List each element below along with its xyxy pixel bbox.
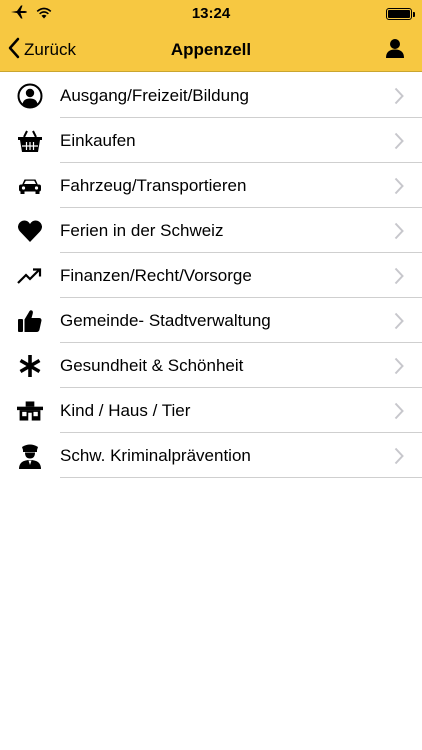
- house-icon: [17, 398, 43, 424]
- wifi-icon: [36, 6, 52, 23]
- chevron-right-icon: [392, 131, 406, 151]
- list-item-gemeinde[interactable]: Gemeinde- Stadtverwaltung: [0, 298, 422, 343]
- list-item-label: Fahrzeug/Transportieren: [60, 175, 247, 195]
- list-item-fahrzeug[interactable]: Fahrzeug/Transportieren: [0, 163, 422, 208]
- list-item-label: Einkaufen: [60, 130, 136, 150]
- status-bar: 13:24: [0, 0, 422, 28]
- car-icon: [17, 173, 43, 199]
- category-list: Ausgang/Freizeit/Bildung Einkaufen Fahrz…: [0, 73, 422, 478]
- chevron-right-icon: [392, 266, 406, 286]
- list-item-ausgang[interactable]: Ausgang/Freizeit/Bildung: [0, 73, 422, 118]
- shopping-basket-icon: [17, 128, 43, 154]
- battery-icon: [386, 8, 415, 20]
- profile-button[interactable]: [380, 35, 410, 65]
- list-item-finanzen[interactable]: Finanzen/Recht/Vorsorge: [0, 253, 422, 298]
- nav-bar: Zurück Appenzell: [0, 28, 422, 72]
- chevron-right-icon: [392, 311, 406, 331]
- trending-up-icon: [17, 263, 43, 289]
- list-item-label: Gemeinde- Stadtverwaltung: [60, 310, 271, 330]
- thumbs-up-icon: [17, 308, 43, 334]
- list-item-kind-haus-tier[interactable]: Kind / Haus / Tier: [0, 388, 422, 433]
- chevron-right-icon: [392, 356, 406, 376]
- heart-icon: [17, 218, 43, 244]
- list-item-label: Ausgang/Freizeit/Bildung: [60, 85, 250, 105]
- list-item-label: Ferien in der Schweiz: [60, 220, 224, 240]
- asterisk-icon: [17, 353, 43, 379]
- chevron-right-icon: [392, 446, 406, 466]
- list-item-gesundheit[interactable]: Gesundheit & Schönheit: [0, 343, 422, 388]
- chevron-right-icon: [392, 221, 406, 241]
- airplane-icon: [10, 5, 28, 23]
- list-item-kriminalpraevention[interactable]: Schw. Kriminalprävention: [0, 433, 422, 478]
- chevron-left-icon: [8, 37, 20, 64]
- chevron-right-icon: [392, 176, 406, 196]
- status-left: [10, 5, 52, 23]
- person-icon: [385, 38, 405, 63]
- person-circle-icon: [17, 83, 43, 109]
- list-item-label: Gesundheit & Schönheit: [60, 355, 244, 375]
- back-label: Zurück: [24, 40, 76, 59]
- police-officer-icon: [17, 443, 43, 469]
- status-time: 13:24: [191, 5, 231, 22]
- list-item-label: Finanzen/Recht/Vorsorge: [60, 265, 252, 285]
- chevron-right-icon: [392, 86, 406, 106]
- list-item-label: Kind / Haus / Tier: [60, 400, 191, 420]
- list-item-einkaufen[interactable]: Einkaufen: [0, 118, 422, 163]
- list-item-ferien[interactable]: Ferien in der Schweiz: [0, 208, 422, 253]
- chevron-right-icon: [392, 401, 406, 421]
- list-item-label: Schw. Kriminalprävention: [60, 445, 251, 465]
- back-button[interactable]: Zurück: [8, 28, 76, 72]
